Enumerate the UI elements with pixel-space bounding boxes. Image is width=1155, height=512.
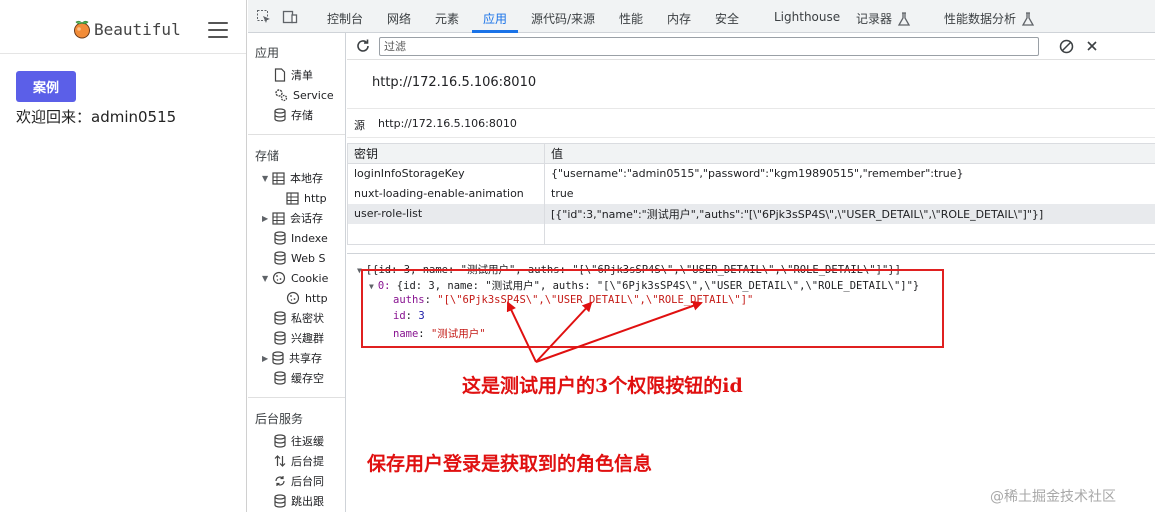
sidebar-item-local-storage[interactable]: ▼ 本地存	[262, 170, 323, 186]
hamburger-menu-icon[interactable]	[208, 22, 228, 38]
database-icon	[274, 331, 286, 345]
tab-lighthouse[interactable]: Lighthouse	[774, 10, 840, 24]
sidebar-item-interest-groups[interactable]: 兴趣群	[274, 330, 324, 346]
collapsed-arrow-icon[interactable]: ▶	[262, 214, 272, 223]
database-icon	[274, 434, 286, 448]
devtools-panel: 控制台 网络 元素 应用 源代码/来源 性能 内存 安全 Lighthouse …	[248, 0, 1155, 512]
annotation-note-permission-ids: 这是测试用户的3个权限按钮的id	[462, 375, 743, 397]
sidebar-item-back-forward-cache[interactable]: 往返缓	[274, 433, 324, 449]
tab-recorder[interactable]: 记录器	[856, 10, 892, 27]
sidebar-item-web-sql[interactable]: Web S	[274, 250, 325, 266]
sidebar-item-indexeddb[interactable]: Indexe	[274, 230, 328, 246]
sidebar-divider	[248, 397, 345, 398]
up-down-arrows-icon	[274, 455, 286, 467]
welcome-text: 欢迎回来：admin0515	[16, 108, 177, 126]
sidebar-section-application: 应用	[255, 46, 280, 60]
tab-performance-insights[interactable]: 性能数据分析	[944, 10, 1016, 27]
application-sidebar: 应用 清单 Service 存储 存储 ▼ 本地存 http ▶ 会话存 Ind…	[248, 33, 346, 512]
sidebar-divider	[248, 134, 345, 135]
sidebar-item-bounce-tracking[interactable]: 跳出跟	[274, 493, 324, 509]
tab-sources[interactable]: 源代码/来源	[531, 10, 595, 27]
cookie-icon	[286, 291, 300, 305]
sidebar-item-storage[interactable]: 存储	[274, 107, 313, 123]
tab-memory[interactable]: 内存	[667, 10, 691, 27]
sidebar-item-service-workers[interactable]: Service	[274, 87, 334, 103]
peach-logo-icon	[74, 20, 90, 39]
case-button[interactable]: 案例	[16, 71, 76, 102]
watermark: @稀土掘金技术社区	[990, 489, 1116, 505]
sidebar-item-cookies-origin[interactable]: http	[286, 290, 328, 306]
site-title: Beautiful	[94, 20, 181, 39]
database-icon	[272, 351, 284, 365]
inspect-element-icon[interactable]	[256, 9, 272, 25]
sidebar-item-cache-storage[interactable]: 缓存空	[274, 370, 324, 386]
device-toolbar-icon[interactable]	[282, 9, 298, 25]
database-icon	[274, 494, 286, 508]
flask-icon	[897, 12, 911, 26]
annotation-note-role-info: 保存用户登录是获取到的角色信息	[367, 453, 653, 475]
database-icon	[274, 108, 286, 122]
tab-network[interactable]: 网络	[387, 10, 411, 27]
storage-view: http://172.16.5.106:8010 源 http://172.16…	[347, 33, 1155, 512]
sidebar-section-storage: 存储	[255, 149, 280, 163]
table-grid-icon	[272, 171, 285, 185]
tab-elements[interactable]: 元素	[435, 10, 459, 27]
sidebar-item-private-state-tokens[interactable]: 私密状	[274, 310, 324, 326]
sidebar-item-background-fetch[interactable]: 后台提	[274, 453, 324, 469]
sidebar-item-local-storage-origin[interactable]: http	[286, 190, 327, 206]
table-grid-icon	[286, 191, 299, 205]
collapsed-arrow-icon[interactable]: ▶	[262, 354, 272, 363]
file-icon	[274, 68, 286, 82]
database-icon	[274, 371, 286, 385]
web-page: Beautiful 案例 欢迎回来：admin0515	[0, 0, 247, 512]
database-icon	[274, 311, 286, 325]
tab-security[interactable]: 安全	[715, 10, 739, 27]
expanded-arrow-icon[interactable]: ▼	[262, 274, 272, 283]
tab-console[interactable]: 控制台	[327, 10, 363, 27]
sidebar-item-background-sync[interactable]: 后台同	[274, 473, 324, 489]
tab-performance[interactable]: 性能	[619, 10, 643, 27]
database-icon	[274, 251, 286, 265]
sidebar-section-background-services: 后台服务	[255, 412, 304, 426]
flask-icon	[1021, 12, 1035, 26]
arrow-line	[506, 301, 537, 363]
gears-icon	[275, 89, 288, 102]
annotation-arrows	[506, 300, 703, 363]
sidebar-item-session-storage[interactable]: ▶ 会话存	[262, 210, 323, 226]
sidebar-item-manifest[interactable]: 清单	[274, 67, 313, 83]
expanded-arrow-icon[interactable]: ▼	[262, 174, 272, 183]
web-header: Beautiful	[0, 0, 246, 54]
database-icon	[274, 231, 286, 245]
table-grid-icon	[272, 211, 285, 225]
sidebar-item-cookies[interactable]: ▼ Cookie	[262, 270, 328, 286]
cookie-icon	[272, 271, 286, 285]
tab-application[interactable]: 应用	[483, 10, 507, 27]
arrow-line	[535, 300, 703, 363]
sync-icon	[275, 476, 285, 486]
sidebar-item-shared-storage[interactable]: ▶ 共享存	[262, 350, 322, 366]
devtools-tab-bar: 控制台 网络 元素 应用 源代码/来源 性能 内存 安全 Lighthouse …	[248, 0, 1155, 33]
